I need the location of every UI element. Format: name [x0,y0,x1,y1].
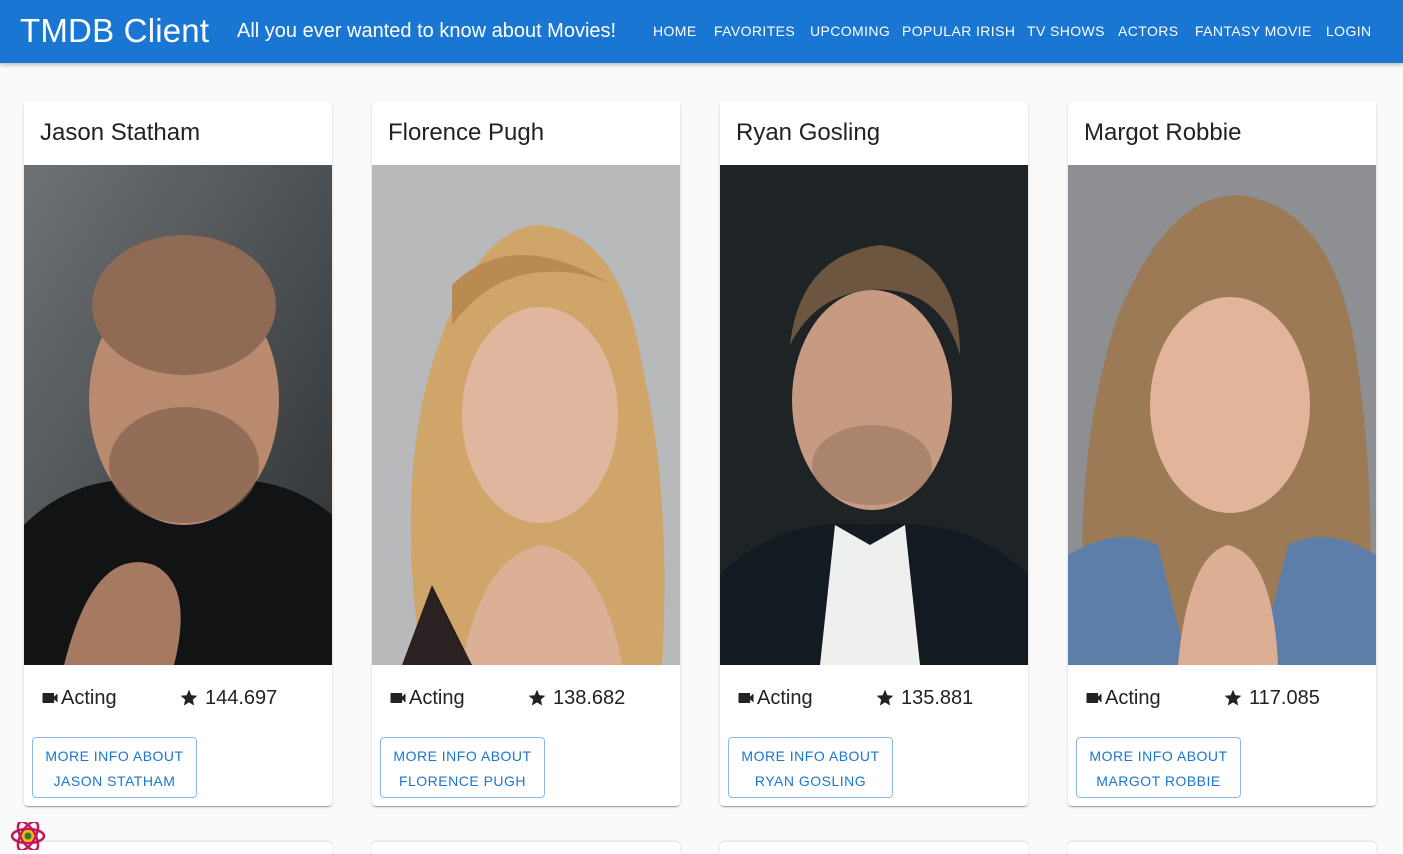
department-label: Acting [61,686,117,709]
popularity: 144.697 [179,685,277,711]
nav-tv-shows[interactable]: TV SHOWS [1027,22,1105,42]
actor-card: Ryan Gosling Acting 135.881 MORE INFO AB… [720,101,1028,806]
star-icon [528,689,546,706]
star-icon [180,689,198,706]
nav-login[interactable]: LOGIN [1326,22,1372,42]
actor-card: Florence Pugh Acting 138.682 MORE INFO A… [372,101,680,806]
devtools-flower-icon[interactable] [8,822,48,850]
actor-photo[interactable] [1068,165,1376,665]
department-label: Acting [1105,686,1161,709]
department-label: Acting [409,686,465,709]
videocam-icon [390,693,406,703]
more-info-line2: JASON STATHAM [53,773,176,789]
nav-favorites[interactable]: FAVORITES [714,22,795,42]
next-row-card [24,842,332,854]
nav-popular-irish[interactable]: POPULAR IRISH [902,22,1015,42]
more-info-line1: MORE INFO ABOUT [1089,748,1228,764]
department: Acting [388,685,465,711]
popularity: 117.085 [1223,685,1320,711]
more-info-line1: MORE INFO ABOUT [45,748,184,764]
more-info-button[interactable]: MORE INFO ABOUT FLORENCE PUGH [380,737,545,798]
nav-home[interactable]: HOME [653,22,697,42]
actor-photo[interactable] [720,165,1028,665]
app-bar: TMDB Client All you ever wanted to know … [0,0,1403,63]
popularity-value: 117.085 [1249,686,1320,709]
department: Acting [40,685,117,711]
department-label: Acting [757,686,813,709]
next-row-card [720,842,1028,854]
department: Acting [736,685,813,711]
nav-fantasy-movie[interactable]: FANTASY MOVIE [1195,22,1312,42]
star-icon [1224,689,1242,706]
star-icon [876,689,894,706]
actor-name: Ryan Gosling [736,119,881,146]
actor-name: Florence Pugh [388,119,545,146]
videocam-icon [738,693,754,703]
actor-card: Jason Statham Acting 144.697 MORE INFO A… [24,101,332,806]
popularity: 138.682 [527,685,625,711]
actor-photo[interactable] [24,165,332,665]
main-nav: HOME FAVORITES UPCOMING POPULAR IRISH TV… [0,0,1403,63]
more-info-button[interactable]: MORE INFO ABOUT RYAN GOSLING [728,737,893,798]
actor-name: Margot Robbie [1084,119,1242,146]
next-row-card [372,842,680,854]
popularity-value: 144.697 [205,686,278,709]
more-info-line1: MORE INFO ABOUT [393,748,532,764]
more-info-button[interactable]: MORE INFO ABOUT JASON STATHAM [32,737,197,798]
next-row-card [1068,842,1376,854]
more-info-line2: RYAN GOSLING [754,773,867,789]
department: Acting [1084,685,1161,711]
more-info-line1: MORE INFO ABOUT [741,748,880,764]
actor-photo[interactable] [372,165,680,665]
more-info-line2: FLORENCE PUGH [398,773,527,789]
actor-card: Margot Robbie Acting 117.085 MORE INFO A… [1068,101,1376,806]
popularity: 135.881 [875,685,973,711]
videocam-icon [42,693,58,703]
nav-actors[interactable]: ACTORS [1118,22,1179,42]
popularity-value: 138.682 [553,686,626,709]
more-info-button[interactable]: MORE INFO ABOUT MARGOT ROBBIE [1076,737,1241,798]
more-info-line2: MARGOT ROBBIE [1096,773,1221,789]
nav-upcoming[interactable]: UPCOMING [810,22,890,42]
popularity-value: 135.881 [901,686,974,709]
actor-name: Jason Statham [40,119,201,146]
videocam-icon [1086,693,1102,703]
